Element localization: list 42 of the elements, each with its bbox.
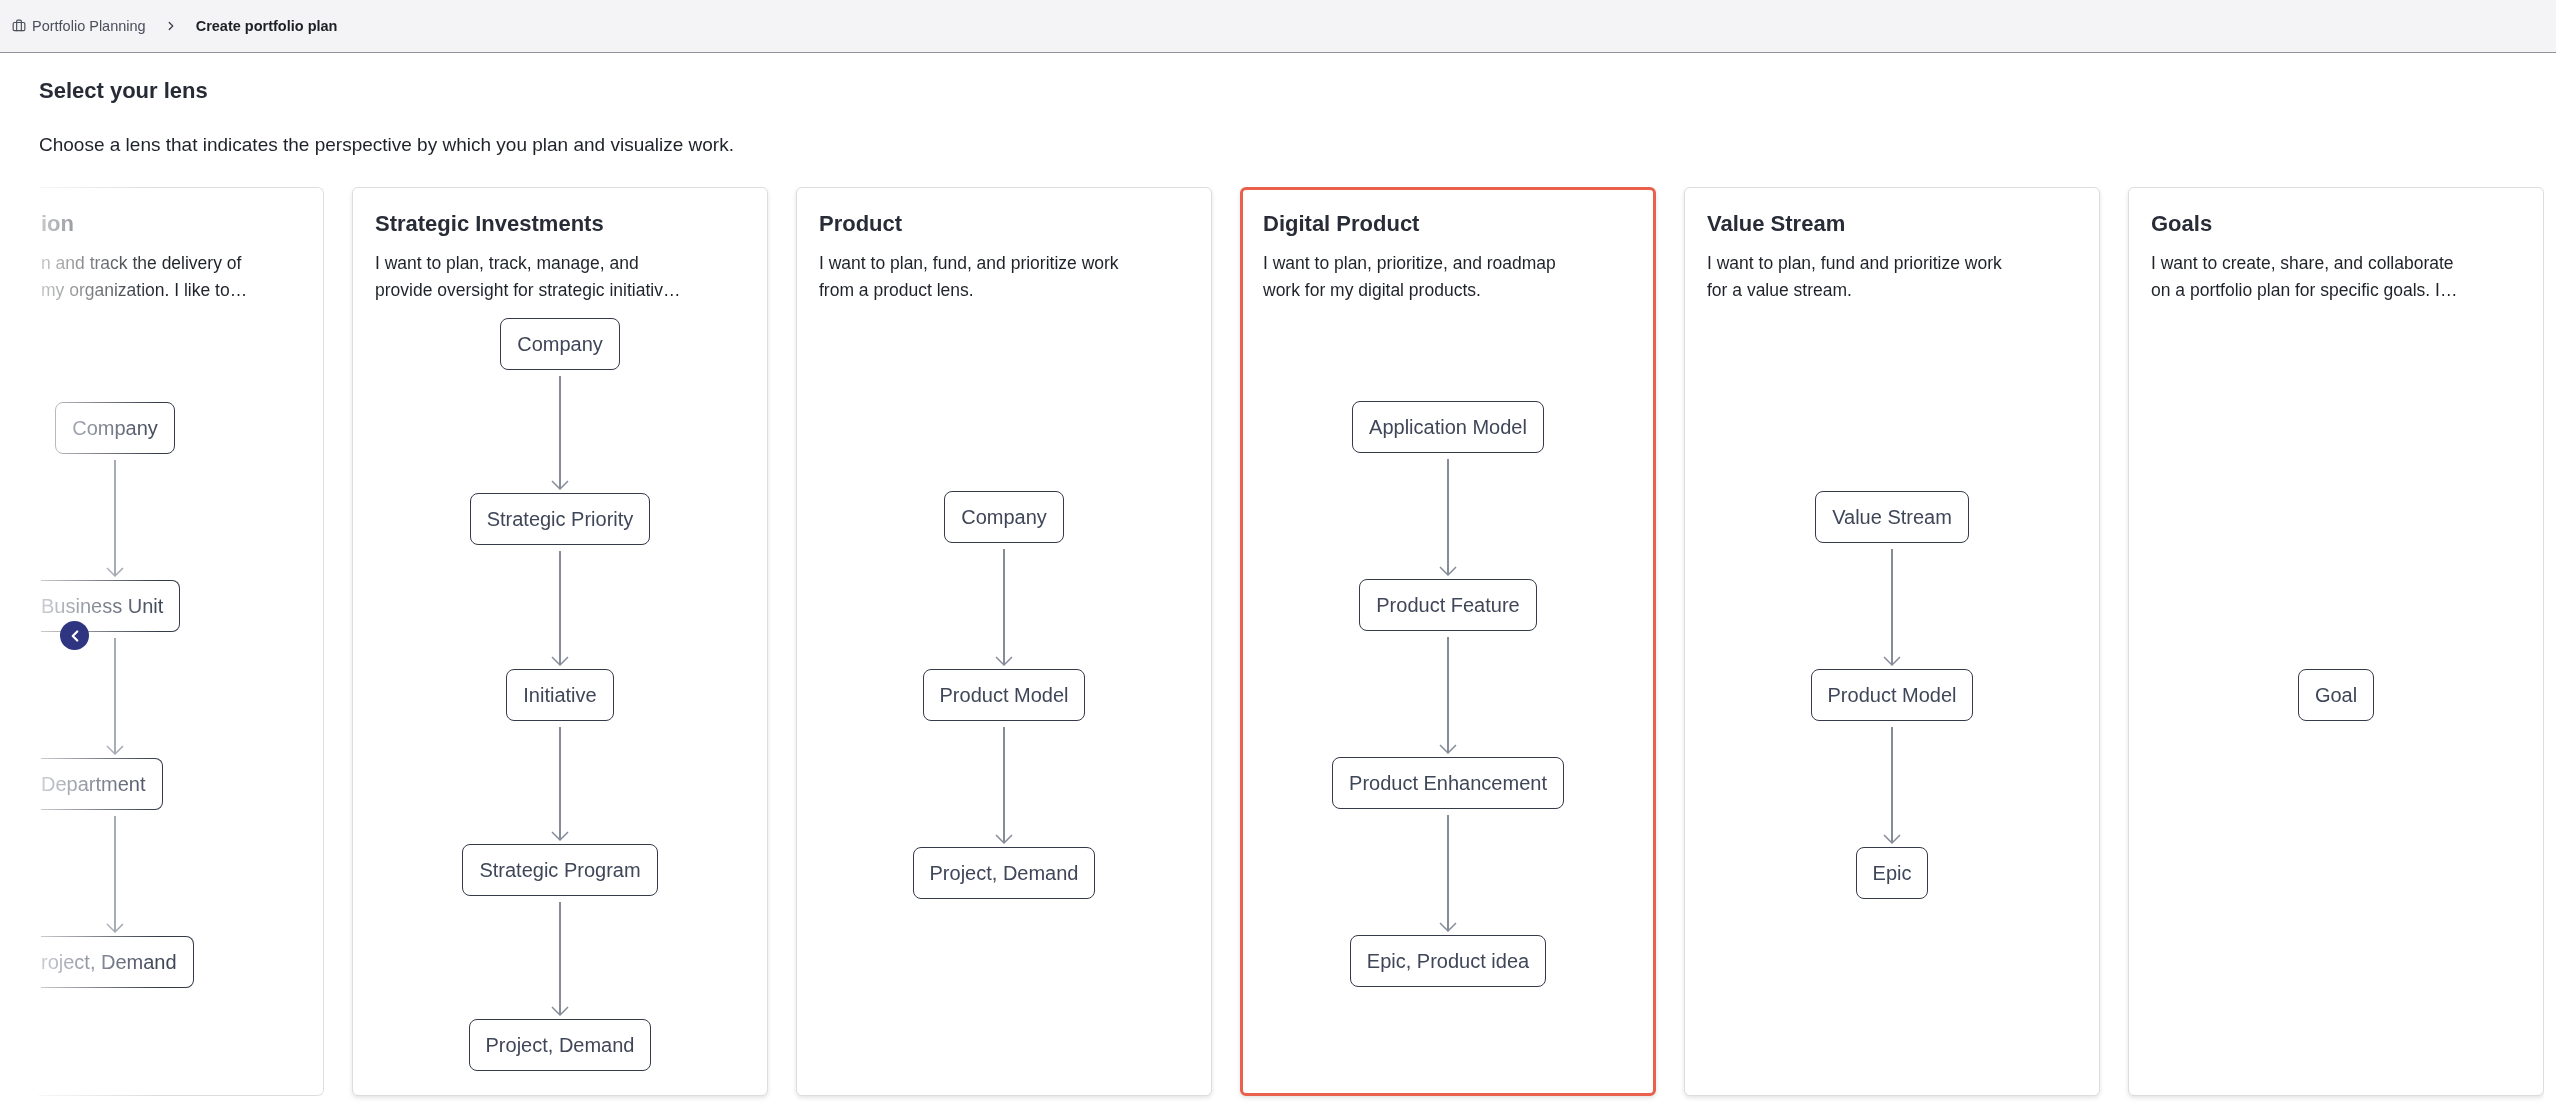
hierarchy-node: Application Model xyxy=(1352,400,1544,453)
lens-card[interactable]: Digital Product I want to plan, prioritize, and roadmap work for my digital products. Application Model Product Feature Product Enhancement Epic, Product idea xyxy=(1240,187,1656,1096)
hierarchy-node: Epic xyxy=(1855,846,1929,899)
hierarchy-node: Company xyxy=(944,490,1064,543)
briefcase-icon xyxy=(12,19,26,33)
hierarchy-node: Product Model xyxy=(922,668,1086,721)
card-title: Strategic Investments xyxy=(375,210,604,238)
hierarchy-node: Strategic Priority xyxy=(469,493,651,546)
page-title: Select your lens xyxy=(39,77,209,105)
hierarchy-node: Product Enhancement xyxy=(1332,756,1564,809)
card-description: I want to plan, fund and prioritize work for a value stream. xyxy=(1707,252,2002,302)
card-title: Digital Product xyxy=(1263,210,1420,238)
card-description: I want to plan, prioritize, and roadmap work for my digital products. xyxy=(1263,252,1556,302)
card-title: Product xyxy=(819,210,903,238)
hierarchy-node: Company xyxy=(500,318,620,370)
lens-card[interactable]: ion n and track the delivery of my organization. I like to… Company Business Unit Department roject, Demand xyxy=(39,187,324,1096)
lens-card[interactable]: Product I want to plan, fund, and prioritize work from a product lens. Company Product Model Project, Demand xyxy=(796,187,1212,1096)
hierarchy-node: Epic, Product idea xyxy=(1349,934,1547,987)
card-title: ion xyxy=(41,210,74,238)
hierarchy-node: Value Stream xyxy=(1815,490,1969,543)
hierarchy-node: Department xyxy=(41,757,163,810)
hierarchy-node: Project, Demand xyxy=(912,846,1096,899)
lens-card[interactable]: Value Stream I want to plan, fund and prioritize work for a value stream. Value Stream Product Model Epic xyxy=(1684,187,2100,1096)
card-description: I want to plan, fund, and prioritize work from a product lens. xyxy=(819,252,1119,302)
hierarchy-node: Strategic Program xyxy=(462,843,658,896)
card-description: I want to create, share, and collaborate on a portfolio plan for specific goals. I… xyxy=(2151,252,2458,302)
hierarchy-node: Initiative xyxy=(506,668,614,721)
hierarchy-node: Product Model xyxy=(1810,668,1974,721)
hierarchy-node: Company xyxy=(55,401,175,454)
breadcrumb-current: Create portfolio plan xyxy=(195,17,338,36)
hierarchy-node: Product Feature xyxy=(1359,578,1537,631)
lens-card[interactable]: Goals I want to create, share, and collaborate on a portfolio plan for specific goals. I… Goal xyxy=(2128,187,2544,1096)
page-description: Choose a lens that indicates the perspective by which you plan and visualize work. xyxy=(39,133,735,157)
hierarchy-node: roject, Demand xyxy=(41,935,194,988)
hierarchy-node: Project, Demand xyxy=(468,1019,652,1071)
breadcrumb-link[interactable]: Portfolio Planning xyxy=(12,16,146,36)
card-title: Value Stream xyxy=(1707,210,1846,238)
hierarchy-node: Goal xyxy=(2297,668,2375,721)
card-description: I want to plan, track, manage, and provide oversight for strategic initiativ… xyxy=(375,252,681,302)
card-title: Goals xyxy=(2151,210,2213,238)
lens-card[interactable]: Strategic Investments I want to plan, track, manage, and provide oversight for strategic initiativ… Company Strategic Priority Initiative Strategic Program Project, Demand xyxy=(352,187,768,1096)
card-description: n and track the delivery of my organization. I like to… xyxy=(41,252,248,302)
